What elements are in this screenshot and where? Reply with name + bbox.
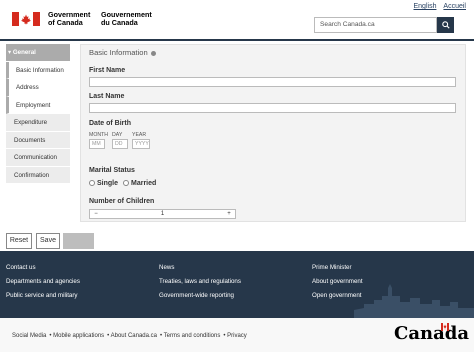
marital-status-label: Marital Status — [89, 167, 135, 174]
last-name-label: Last Name — [89, 93, 125, 100]
day-label: DAY — [112, 132, 123, 138]
sidebar-item-address[interactable]: Address — [6, 79, 70, 97]
sub-footer: Social Media • Mobile applications • About… — [0, 318, 474, 352]
about-canada-link[interactable]: About Canada.ca — [111, 333, 157, 339]
footer-column-1: Contact us Departments and agencies Publ… — [6, 264, 80, 306]
footer-link[interactable]: Prime Minister — [312, 264, 363, 278]
social-media-link[interactable]: Social Media — [12, 333, 46, 339]
sidebar-item-confirmation[interactable]: Confirmation — [6, 166, 70, 184]
parliament-silhouette-icon — [354, 284, 474, 318]
day-input[interactable]: DD — [112, 139, 128, 149]
first-name-input[interactable] — [89, 77, 456, 87]
dob-label: Date of Birth — [89, 120, 131, 127]
search-button[interactable] — [437, 17, 454, 33]
sidebar-item-label: General — [12, 49, 36, 56]
gov-fr-line2: du Canada — [101, 18, 138, 27]
month-label: MONTH — [89, 132, 109, 138]
children-label: Number of Children — [89, 198, 155, 205]
last-name-input[interactable] — [89, 103, 456, 113]
accueil-link[interactable]: Accueil — [443, 3, 466, 10]
wordmark-flag-icon — [441, 323, 449, 331]
next-button[interactable] — [63, 233, 94, 249]
year-input[interactable]: YYYY — [132, 139, 150, 149]
footer-link[interactable]: Government-wide reporting — [159, 292, 241, 306]
footer-link[interactable]: Treaties, laws and regulations — [159, 278, 241, 292]
gov-en-line2: of Canada — [48, 18, 83, 27]
mobile-applications-link[interactable]: Mobile applications — [53, 333, 104, 339]
info-icon[interactable] — [150, 50, 156, 56]
canada-flag-icon — [12, 12, 40, 26]
footer-link[interactable]: Contact us — [6, 264, 80, 278]
month-input[interactable]: MM — [89, 139, 105, 149]
gov-name-fr[interactable]: Gouvernement du Canada — [101, 11, 152, 27]
decrement-button[interactable]: − — [91, 210, 101, 218]
year-label: YEAR — [132, 132, 147, 138]
terms-link[interactable]: Terms and conditions — [164, 333, 221, 339]
single-radio[interactable]: Single — [89, 180, 118, 187]
footer-link[interactable]: Departments and agencies — [6, 278, 80, 292]
sidebar-item-general[interactable]: ▾ General — [6, 44, 70, 62]
sidebar-item-documents[interactable]: Documents — [6, 131, 70, 149]
sidebar-item-basic-information[interactable]: Basic Information — [6, 61, 70, 79]
increment-button[interactable]: + — [224, 210, 234, 218]
sub-footer-links: Social Media • Mobile applications • About… — [12, 333, 247, 339]
english-link[interactable]: English — [414, 3, 437, 10]
section-title: Basic Information — [89, 48, 156, 57]
basic-information-form: Basic Information First Name Last Name D… — [80, 44, 466, 222]
footer-link[interactable]: Public service and military — [6, 292, 80, 306]
footer-link[interactable]: News — [159, 264, 241, 278]
section-title-text: Basic Information — [89, 48, 148, 57]
main-footer: Contact us Departments and agencies Publ… — [0, 251, 474, 318]
canada-wordmark: Canada — [394, 323, 469, 344]
footer-column-2: News Treaties, laws and regulations Gove… — [159, 264, 241, 306]
save-button[interactable]: Save — [36, 233, 60, 249]
radio-circle-icon — [89, 180, 95, 187]
gov-name-en[interactable]: Government of Canada — [48, 11, 90, 27]
form-step-sidebar: ▾ General Basic Information Address Empl… — [6, 44, 70, 184]
first-name-label: First Name — [89, 67, 126, 74]
married-radio[interactable]: Married — [123, 180, 156, 187]
children-value: 1 — [160, 211, 165, 217]
search-input[interactable]: Search Canada.ca — [314, 17, 437, 33]
sidebar-item-employment[interactable]: Employment — [6, 96, 70, 114]
search-icon — [441, 21, 450, 29]
language-links: English Accueil — [409, 3, 467, 10]
reset-button[interactable]: Reset — [6, 233, 32, 249]
radio-circle-icon — [123, 180, 129, 187]
married-label: Married — [131, 180, 157, 187]
site-header: Government of Canada Gouvernement du Can… — [0, 0, 474, 41]
single-label: Single — [97, 180, 119, 187]
sidebar-item-communication[interactable]: Communication — [6, 149, 70, 167]
sidebar-item-expenditure[interactable]: Expenditure — [6, 114, 70, 132]
children-stepper[interactable]: 1 − + — [89, 209, 236, 219]
privacy-link[interactable]: Privacy — [227, 333, 247, 339]
